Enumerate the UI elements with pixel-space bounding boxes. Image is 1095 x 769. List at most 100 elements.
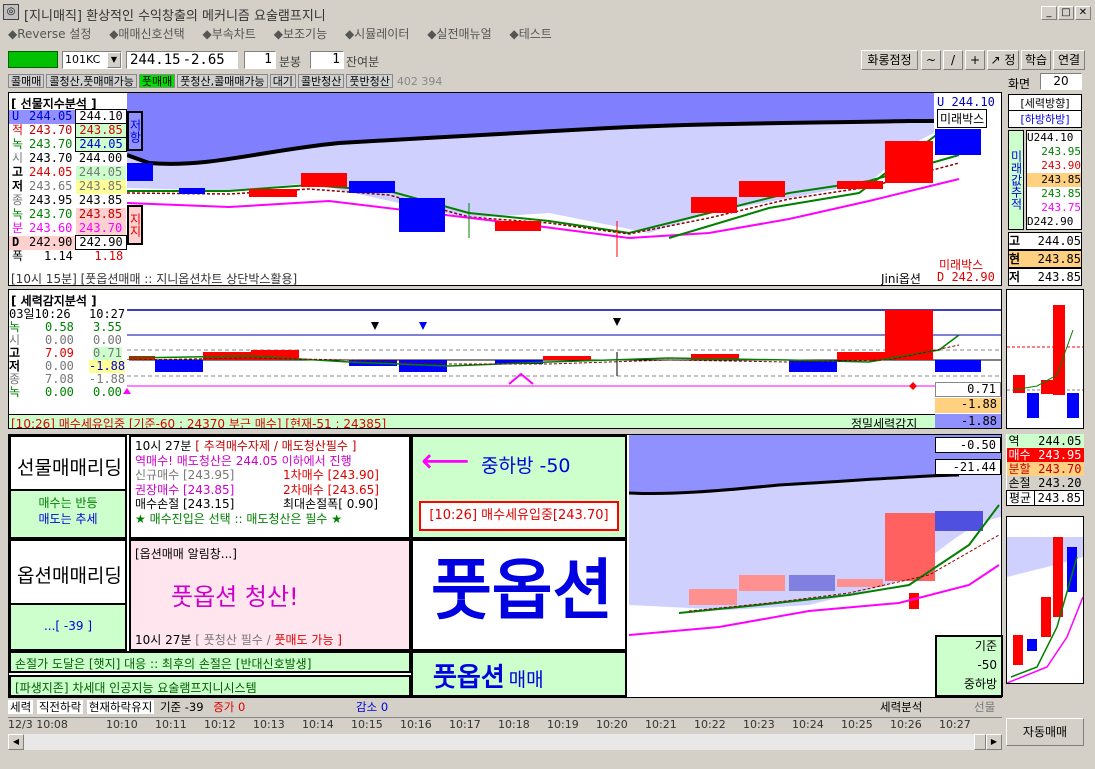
auto-trade-button[interactable]: 자동매매 [1006,718,1084,746]
status-code: 402 394 [396,75,443,88]
lbl: 녹 [9,320,21,334]
remain-input[interactable]: 1 [310,51,344,69]
val-b: 243.70 [75,221,127,236]
maximize-button[interactable]: □ [1058,6,1074,20]
change-value: -2.65 [182,52,225,68]
tag-wait: 대기 [269,74,296,88]
status-tags: 콜매매 콜청산,풋매매가능 풋매매 풋청산,콜매매가능 대기 콜반청산 풋반청산 402 39… [8,74,446,89]
val-a: 1.14 [44,249,73,263]
tool-line-button[interactable]: / [943,50,963,70]
status-power: 세력 [8,700,34,714]
val-b: 243.85 [75,207,127,222]
menu-item-subchart[interactable]: ◆부속차트 [203,27,256,41]
resist-label: 저항 [127,111,143,151]
price-value: 244.15 [130,52,181,68]
power-row: 녹 0.00 0.00 [9,386,129,399]
time-tick: 10:11 [155,718,187,731]
val-b: 243.85 [75,179,127,194]
dir-low-label: 저 [1009,270,1021,284]
time-tick: 10:22 [694,718,726,731]
arrow-text: 중하방 -50 [481,455,571,477]
dir-high-row: 고 244.05 [1008,232,1082,250]
bong-input[interactable]: 1 [244,51,276,69]
menu-item-signal[interactable]: ◆매매신호선택 [109,27,184,41]
val-b: 243.85 [78,193,123,207]
tool-cross-button[interactable]: + [965,50,985,70]
code-select[interactable]: 101KC ▼ [62,51,122,69]
val-a: 242.90 [26,235,76,250]
direction-value: [하방하방] [1008,110,1082,128]
close-button[interactable]: ✕ [1075,6,1091,20]
first-buy: 1차매수 [243.90] [283,468,379,482]
time-tick: 10:12 [204,718,236,731]
lbl: 적 [12,123,24,137]
big-option-sub: 풋옵션 매매 [411,651,627,697]
futures-detail-bracket: [ 추격매수자제 / 매도청산필수 ] [195,439,357,453]
scroll-right-button[interactable]: ▶ [986,734,1002,750]
arrow-box: ⟵ 중하방 -50 [10:26] 매수세유입중[243.70] [411,435,627,539]
menu-item-manual[interactable]: ◆실전매뉴얼 [427,27,491,41]
option-side-table: 역 244.05 매수 243.95 분할 243.70 손절 243.20 평균 243… [1006,434,1085,506]
future-d-label: D 242.90 [937,270,995,284]
power-right-1: 0.71 [935,382,1001,397]
minimize-button[interactable]: _ [1041,6,1057,20]
base-box: 기준 -50 중하방 [935,635,1003,697]
fix-button[interactable]: 화롱점정 [861,50,918,70]
lbl: 녹 [12,137,24,151]
val-a: 243.70 [29,123,73,137]
lbl: 손절 [1006,476,1035,491]
tag-put-trade: 풋매매 [138,74,176,88]
study-button[interactable]: 학습 [1021,50,1051,70]
lbl: 저 [9,359,21,373]
status-prev: 직전하락 [36,700,84,714]
scroll-thumb[interactable] [974,734,986,750]
chevron-down-icon[interactable]: ▼ [107,52,121,68]
futures-detail-time: 10시 27분 [135,439,192,453]
dir-cur: 243.85 [1037,252,1081,266]
tool-wave-button[interactable]: ~ [921,50,941,70]
time-tick: 10:13 [253,718,285,731]
base-label: 기준 [974,639,997,653]
new-buy: 신규매수 [243.95] [135,468,235,482]
leading-area: 선물매매리딩 매수는 반등 매도는 추세 10시 27분 [ 추격매수자제 / … [8,434,1003,698]
val: 244.05 [1034,434,1084,448]
price-display: 244.15 -2.65 [126,51,238,69]
app-icon: ◎ [3,4,19,20]
dir-high: 244.05 [1037,234,1081,248]
status-light [8,51,58,68]
time-tick: 10:23 [743,718,775,731]
futures-detail-line5: ★ 매수진입은 선택 :: 매도청산은 필수 ★ [135,511,343,526]
window-title: [지니매직] 환상적인 수익창출의 메커니즘 요술램프지니 [24,9,326,24]
val-b: 243.85 [75,123,127,138]
menu-item-reverse[interactable]: ◆Reverse 설정 [8,27,91,41]
timeline: 12/3 10:08 10:10 10:11 10:12 10:13 10:14… [8,717,1002,732]
screen-input[interactable]: 20 [1040,73,1082,90]
val-b: 244.05 [75,137,127,152]
option-mini-chart [1006,516,1084,684]
tool-arrow-button[interactable]: ↗ 정 [987,50,1019,70]
futures-row: 시 243.70 244.00 [9,152,126,166]
futures-leading-sub: 매수는 반등 매도는 추세 [11,489,125,537]
menu-item-simulator[interactable]: ◆시뮬레이터 [345,27,409,41]
code-value: 101KC [65,53,101,66]
horizontal-scrollbar[interactable]: ◀ ▶ [8,734,1002,750]
futures-detail-time-row: 10시 27분 [ 추격매수자제 / 매도청산필수 ] [135,439,405,454]
futures-row: D 242.90 242.90 [9,235,127,250]
option-alert-title: [옵션매매 알림창...] [135,547,237,561]
val-b: 244.10 [75,109,127,124]
menu-item-aux[interactable]: ◆보조기능 [274,27,327,41]
status-futures: 선물 [974,700,996,714]
option-time: 10시 27분 [135,633,192,647]
screen-label: 화면 [1008,77,1031,91]
bong-label: 분봉 [279,55,302,69]
time-tick: 10:16 [400,718,432,731]
menu-item-test[interactable]: ◆테스트 [509,27,551,41]
futures-detail-line3: 권장매수 [243.85] 2차매수 [243.65] [135,483,405,498]
lbl: 저 [12,179,24,193]
scroll-left-button[interactable]: ◀ [8,734,24,750]
power-chart [123,309,1001,394]
link-button[interactable]: 연결 [1053,50,1085,70]
side-row: 매수 243.95 [1006,448,1084,462]
futures-row: 종 243.95 243.85 [9,194,126,208]
direction-hcl: 고 244.05 현 243.85 저 243.85 [1008,232,1082,286]
